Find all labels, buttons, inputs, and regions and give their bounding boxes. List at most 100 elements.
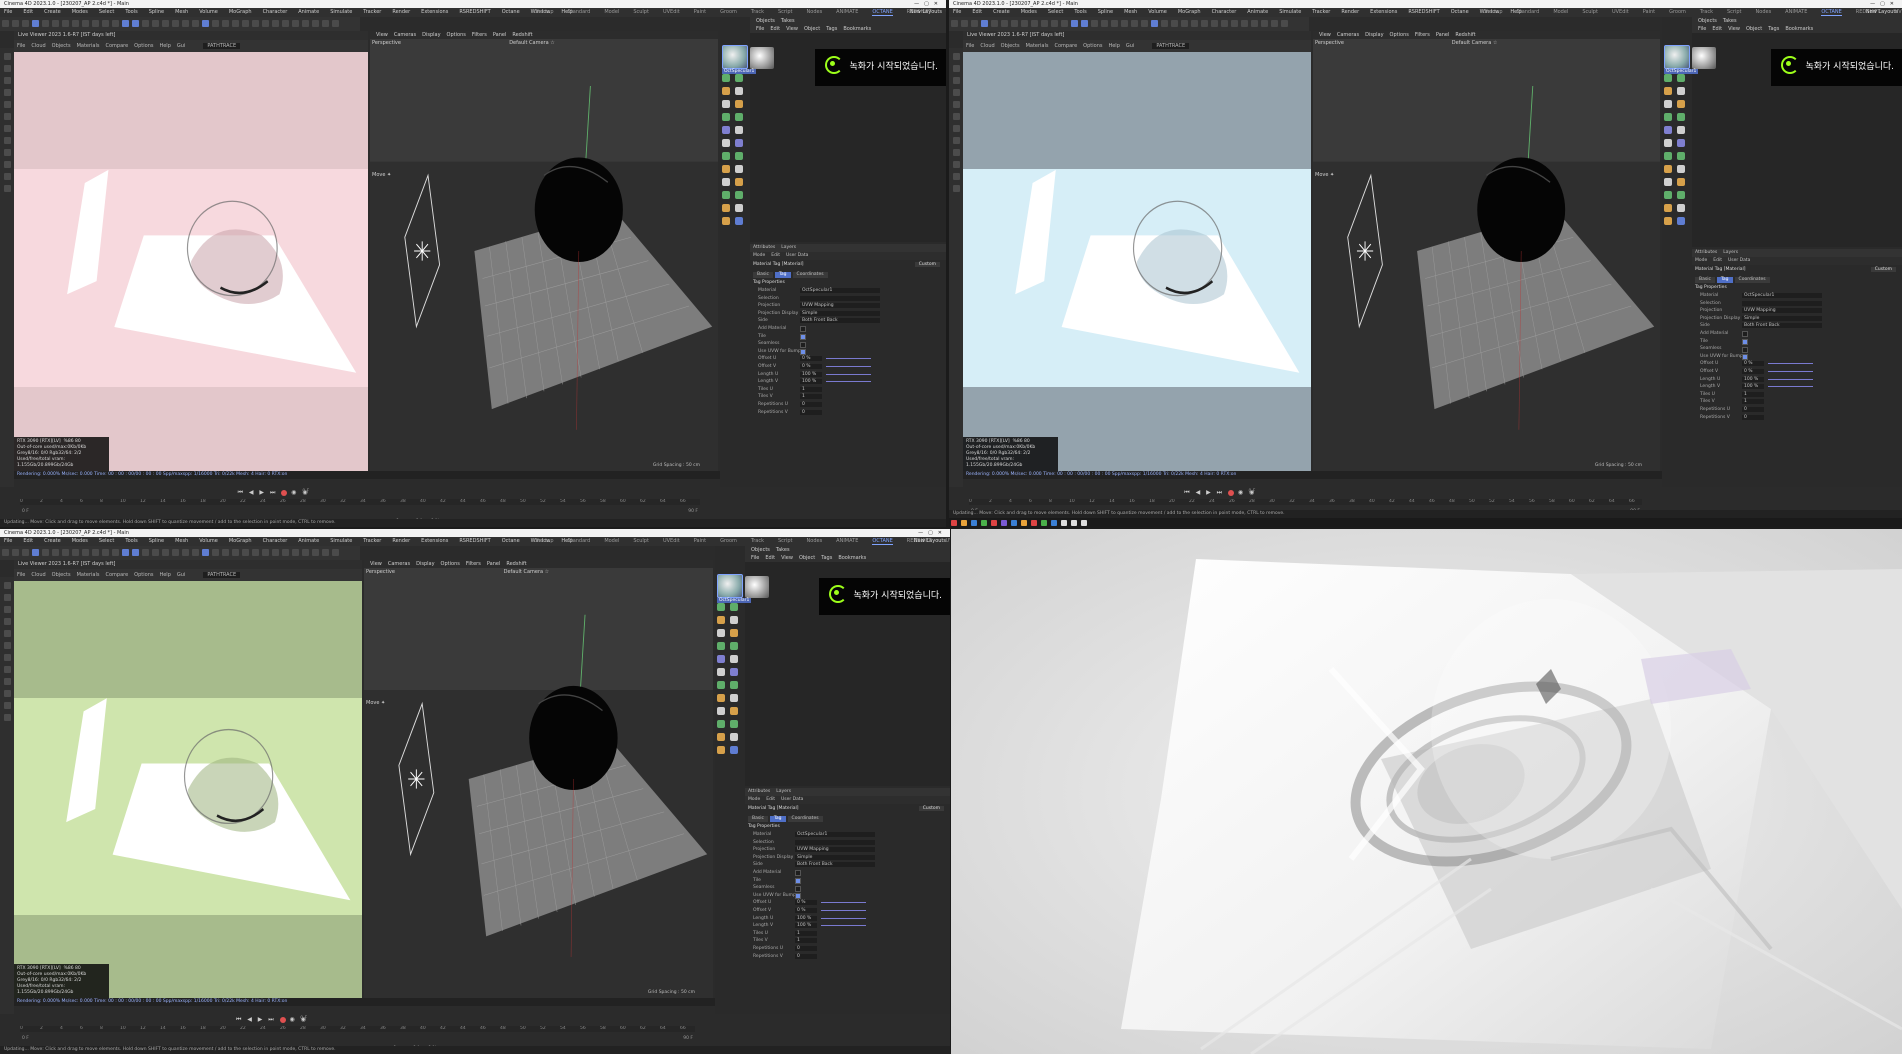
menu-item[interactable]: Edit	[972, 9, 982, 15]
menu-item[interactable]: File	[953, 9, 961, 15]
create-object-icon[interactable]	[735, 126, 743, 134]
menu-item[interactable]: File	[4, 538, 12, 544]
menu-item[interactable]: Character	[263, 538, 288, 544]
menu-item[interactable]: MoGraph	[229, 9, 252, 15]
tool-icon[interactable]	[952, 137, 960, 144]
taskbar-app-icon[interactable]	[1061, 519, 1067, 526]
live-viewer-menu-item[interactable]: File	[966, 43, 974, 49]
layout-tab[interactable]: Track	[751, 9, 764, 15]
toolbar-tool-icon[interactable]	[132, 20, 139, 27]
tab-objects[interactable]: Objects	[756, 18, 775, 24]
toolbar-tool-icon[interactable]	[32, 549, 39, 556]
create-object-icon[interactable]	[735, 139, 743, 147]
create-object-icon[interactable]	[730, 616, 738, 624]
attribute-subtab[interactable]: Coordinates	[1734, 277, 1770, 283]
create-object-icon[interactable]	[717, 694, 725, 702]
layout-tab[interactable]: Paint	[694, 9, 706, 15]
toolbar-tool-icon[interactable]	[1041, 20, 1048, 27]
toolbar-tool-icon[interactable]	[322, 20, 329, 27]
attribute-checkbox[interactable]	[1742, 354, 1748, 361]
attribute-slider[interactable]	[821, 925, 866, 927]
toolbar-tool-icon[interactable]	[1121, 20, 1128, 27]
menu-item[interactable]: Volume	[1148, 9, 1167, 15]
attributes-menu-item[interactable]: Mode	[748, 797, 760, 802]
toolbar-tool-icon[interactable]	[1091, 20, 1098, 27]
objects-menu-item[interactable]: Tags	[1768, 26, 1779, 32]
tool-icon[interactable]	[3, 642, 11, 649]
create-object-icon[interactable]	[717, 746, 725, 754]
attributes-menu-item[interactable]: User Data	[786, 253, 808, 258]
create-object-icon[interactable]	[717, 681, 725, 689]
create-object-icon[interactable]	[717, 655, 725, 663]
layout-tab[interactable]: UVEdit	[663, 9, 680, 15]
objects-menu-item[interactable]: Bookmarks	[843, 26, 871, 32]
tool-icon[interactable]	[952, 113, 960, 120]
toolbar-tool-icon[interactable]	[112, 20, 119, 27]
tool-icon[interactable]	[3, 666, 11, 673]
objects-menu-item[interactable]: Edit	[1712, 26, 1722, 32]
render-mode-select[interactable]: PATHTRACE	[1152, 43, 1190, 49]
create-object-icon[interactable]	[1677, 165, 1685, 173]
toolbar-tool-icon[interactable]	[272, 20, 279, 27]
toolbar-tool-icon[interactable]	[212, 549, 219, 556]
menu-item[interactable]: Modes	[72, 9, 88, 15]
layout-tab[interactable]: ANIMATE	[836, 9, 858, 15]
objects-menu-item[interactable]: Bookmarks	[1785, 26, 1813, 32]
taskbar-app-icon[interactable]	[1001, 519, 1007, 526]
toolbar-tool-icon[interactable]	[122, 20, 129, 27]
playback-controls[interactable]: ⏮ ◀ ▶ ⏭ ◉ ◉	[238, 489, 310, 497]
attribute-subtab[interactable]: Basic	[753, 272, 773, 278]
layout-tab[interactable]: UV	[946, 538, 950, 544]
toolbar-tool-icon[interactable]	[252, 20, 259, 27]
toolbar-tool-icon[interactable]	[1211, 20, 1218, 27]
attribute-subtab[interactable]: Basic	[748, 816, 768, 822]
material-octdiffuse[interactable]	[750, 47, 774, 69]
toolbar-tool-icon[interactable]	[32, 20, 39, 27]
window-controls[interactable]: —▢✕	[1870, 0, 1899, 8]
toolbar-tool-icon[interactable]	[202, 20, 209, 27]
tool-icon[interactable]	[3, 654, 11, 661]
toolbar-tool-icon[interactable]	[182, 20, 189, 27]
menu-item[interactable]: Tools	[1074, 9, 1086, 15]
toolbar-tool-icon[interactable]	[252, 549, 259, 556]
attribute-slider[interactable]	[826, 365, 871, 367]
create-object-icon[interactable]	[735, 165, 743, 173]
toolbar-tool-icon[interactable]	[1221, 20, 1228, 27]
live-viewer-menu-item[interactable]: Compare	[105, 43, 128, 49]
create-object-icon[interactable]	[730, 629, 738, 637]
live-viewer-menu-item[interactable]: Materials	[1026, 43, 1049, 49]
menu-item[interactable]: Render	[392, 538, 410, 544]
timeline-ruler[interactable]: 0 2 4 6 8 10 12 14 16 18 20 22 24 26 28 30 32 34 36 38 40 42 4…	[969, 499, 1642, 505]
create-object-icon[interactable]	[717, 720, 725, 728]
toolbar-tool-icon[interactable]	[1231, 20, 1238, 27]
layout-tab[interactable]: Groom	[720, 538, 737, 544]
toolbar-tool-icon[interactable]	[172, 20, 179, 27]
new-layouts-button[interactable]: New Layouts	[914, 537, 946, 546]
attribute-slider[interactable]	[821, 909, 866, 911]
menu-item[interactable]: Mesh	[175, 538, 188, 544]
live-viewer-menu-item[interactable]: Compare	[105, 572, 128, 578]
toolbar-tool-icon[interactable]	[2, 20, 9, 27]
render-mode-select[interactable]: PATHTRACE	[203, 43, 241, 49]
attributes-menu-item[interactable]: Edit	[766, 797, 775, 802]
toolbar-tool-icon[interactable]	[92, 549, 99, 556]
menu-item[interactable]: Volume	[199, 538, 218, 544]
objects-menu-item[interactable]: File	[751, 555, 759, 561]
taskbar-app-icon[interactable]	[981, 519, 987, 526]
toolbar-tool-icon[interactable]	[1181, 20, 1188, 27]
attribute-checkbox[interactable]	[795, 878, 801, 885]
attribute-checkbox[interactable]	[1742, 339, 1748, 346]
tool-icon[interactable]	[3, 606, 11, 613]
layout-tab[interactable]: OCTANE	[872, 9, 893, 16]
toolbar-tool-icon[interactable]	[12, 549, 19, 556]
record-icon[interactable]	[281, 489, 288, 496]
menu-item[interactable]: Modes	[1021, 9, 1037, 15]
create-object-icon[interactable]	[717, 616, 725, 624]
taskbar-app-icon[interactable]	[1041, 519, 1047, 526]
timeline-ruler[interactable]: 0 2 4 6 8 10 12 14 16 18 20 22 24 26 28 30 32 34 36 38 40 42 4…	[20, 499, 700, 505]
toolbar-tool-icon[interactable]	[1061, 20, 1068, 27]
create-object-icon[interactable]	[1664, 100, 1672, 108]
toolbar-tool-icon[interactable]	[1271, 20, 1278, 27]
menu-item[interactable]: Select	[1048, 9, 1063, 15]
menu-item[interactable]: RSREDSHIFT	[1408, 9, 1439, 15]
